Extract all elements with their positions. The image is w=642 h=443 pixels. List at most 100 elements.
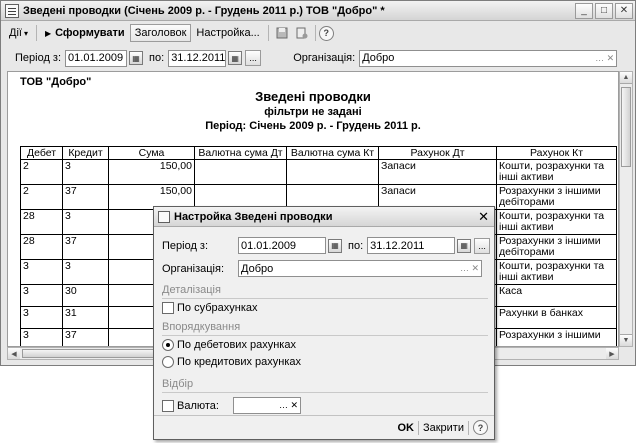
calendar-icon[interactable]: ▦ <box>228 51 243 65</box>
date-to-input[interactable]: 31.12.2011 <box>168 49 227 67</box>
close-button[interactable]: ✕ <box>615 2 633 19</box>
table-cell: Кошти, розрахунки та інші активи <box>496 259 617 285</box>
settings-dialog: Настройка Зведені проводки ✕ Період з: 0… <box>153 206 495 440</box>
table-cell: 3 <box>20 328 63 346</box>
period-to-label: по: <box>149 52 165 64</box>
calendar-icon[interactable]: ▦ <box>457 238 472 253</box>
table-cell: Розрахунки з іншими дебіторами <box>496 184 617 210</box>
dialog-date-from-input[interactable]: 01.01.2009 <box>238 237 326 254</box>
subaccounts-checkbox[interactable] <box>162 302 174 314</box>
toolbar-separator <box>314 25 316 41</box>
clear-icon[interactable]: … ✕ <box>460 263 479 274</box>
table-cell <box>286 159 379 185</box>
table-cell: Кошти, розрахунки та інші активи <box>496 159 617 185</box>
subaccounts-row[interactable]: По субрахунках <box>162 302 258 314</box>
toolbar-separator <box>267 25 269 41</box>
order-section-header: Впорядкування <box>162 321 488 336</box>
chevron-down-icon: ▾ <box>23 28 28 38</box>
org-input[interactable]: Добро … ✕ <box>359 49 618 67</box>
dialog-title: Настройка Зведені проводки <box>174 210 333 223</box>
actions-label: Дії <box>9 27 22 39</box>
dialog-to-label: по: <box>348 239 364 252</box>
dialog-titlebar: Настройка Зведені проводки ✕ <box>154 207 494 227</box>
column-header: Валютна сума Дт <box>194 146 287 160</box>
maximize-button[interactable]: □ <box>595 2 613 19</box>
footer-separator <box>417 420 419 435</box>
table-cell: 2 <box>20 184 63 210</box>
document-settings-icon[interactable] <box>294 25 310 41</box>
save-icon[interactable] <box>274 25 290 41</box>
dialog-org-row: Організація: Добро … ✕ <box>162 260 482 277</box>
report-period: Період: Січень 2009 р. - Грудень 2011 р. <box>205 120 421 132</box>
scroll-down-icon[interactable]: ▼ <box>620 334 632 346</box>
table-cell: Розрахунки з іншими дебіторами <box>496 234 617 260</box>
dialog-period-label: Період з: <box>162 239 209 252</box>
scroll-thumb[interactable] <box>621 87 631 167</box>
by-credit-row[interactable]: По кредитових рахунках <box>162 356 301 368</box>
help-icon[interactable]: ? <box>318 25 334 41</box>
currency-label: Валюта: <box>177 399 219 412</box>
table-cell: 37 <box>62 234 109 260</box>
table-cell: Розрахунки з іншими <box>496 328 617 346</box>
dialog-date-to-input[interactable]: 31.12.2011 <box>367 237 456 254</box>
table-cell: 37 <box>62 184 109 210</box>
table-cell: 31 <box>62 306 109 329</box>
period-select-button[interactable]: ... <box>474 237 491 254</box>
currency-input[interactable]: … ✕ <box>233 397 301 414</box>
dialog-org-input[interactable]: Добро … ✕ <box>238 260 482 277</box>
selection-section-header: Відбір <box>162 378 488 393</box>
company-name: ТОВ "Добро" <box>20 76 92 88</box>
column-header: Рахунок Кт <box>496 146 617 160</box>
window-titlebar: Зведені проводки (Січень 2009 р. - Груде… <box>1 1 635 21</box>
vertical-scrollbar[interactable]: ▲ ▼ <box>619 71 633 347</box>
by-credit-radio[interactable] <box>162 356 174 368</box>
scroll-right-icon[interactable]: ▶ <box>606 348 618 359</box>
table-cell: 3 <box>62 209 109 235</box>
play-icon: ▶ <box>44 28 52 38</box>
column-header: Сума <box>108 146 195 160</box>
clear-icon[interactable]: … ✕ <box>279 400 298 411</box>
report-icon <box>5 3 19 18</box>
scroll-up-icon[interactable]: ▲ <box>620 72 632 84</box>
by-debit-label: По дебетових рахунках <box>177 339 296 351</box>
window-title: Зведені проводки (Січень 2009 р. - Груде… <box>23 4 385 17</box>
table-cell: Рахунки в банках <box>496 306 617 329</box>
table-cell: Каса <box>496 284 617 307</box>
settings-button[interactable]: Настройка... <box>191 24 264 42</box>
org-label: Організація: <box>293 52 356 64</box>
date-from-input[interactable]: 01.01.2009 <box>65 49 128 67</box>
calendar-icon[interactable]: ▦ <box>328 238 342 253</box>
report-subtitle: фільтри не задані <box>264 106 362 118</box>
table-row[interactable]: 2 3 150,00 Запаси Кошти, розрахунки та інші … <box>20 159 617 185</box>
period-select-button[interactable]: ... <box>245 50 262 66</box>
detail-section-header: Деталізація <box>162 284 488 299</box>
close-dialog-button[interactable]: Закрити <box>423 422 464 434</box>
dialog-org-label: Організація: <box>162 262 224 275</box>
subaccounts-label: По субрахунках <box>177 302 258 314</box>
actions-menu[interactable]: Дії ▾ <box>4 24 33 42</box>
table-cell: 28 <box>20 234 63 260</box>
by-debit-radio[interactable] <box>162 339 174 351</box>
table-cell: 30 <box>62 284 109 307</box>
table-cell: 3 <box>20 259 63 285</box>
by-debit-row[interactable]: По дебетових рахунках <box>162 339 296 351</box>
header-button[interactable]: Заголовок <box>129 24 192 42</box>
minimize-button[interactable]: _ <box>575 2 593 19</box>
period-from-label: Період з: <box>15 52 62 64</box>
by-credit-label: По кредитових рахунках <box>177 356 302 368</box>
dialog-org-value: Добро <box>241 262 274 275</box>
scroll-left-icon[interactable]: ◀ <box>8 348 20 359</box>
table-cell: 3 <box>20 284 63 307</box>
clear-icon[interactable]: … ✕ <box>595 53 614 64</box>
generate-button[interactable]: ▶ Сформувати <box>40 24 130 42</box>
table-cell: 3 <box>62 159 109 185</box>
help-icon[interactable]: ? <box>473 420 488 435</box>
close-icon[interactable]: ✕ <box>478 209 489 225</box>
table-cell: 3 <box>20 306 63 329</box>
ok-button[interactable]: OK <box>397 422 414 434</box>
table-cell: Запаси <box>378 159 497 185</box>
currency-checkbox[interactable] <box>162 399 174 412</box>
table-cell: 2 <box>20 159 63 185</box>
calendar-icon[interactable]: ▦ <box>129 51 144 65</box>
org-value: Добро <box>362 52 395 64</box>
